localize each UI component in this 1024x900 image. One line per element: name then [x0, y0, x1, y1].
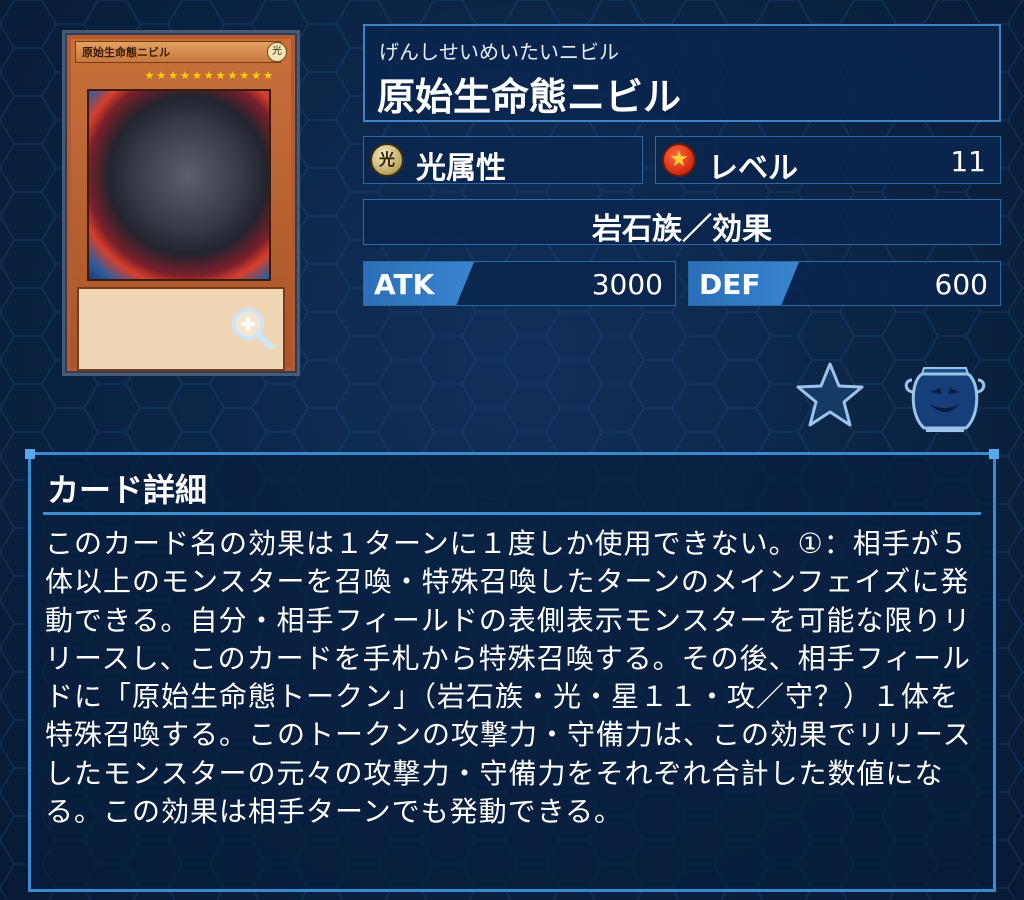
star-icon[interactable]	[795, 360, 865, 430]
card-thumbnail[interactable]: 原始生命態ニビル 光 ★★★★★★★★★★★	[62, 30, 300, 376]
card-name: 原始生命態ニビル	[377, 75, 682, 119]
card-effect-text: このカード名の効果は１ターンに１度しか使用できない。①：相手が５体以上のモンスタ…	[45, 527, 972, 829]
divider	[43, 512, 981, 515]
level-star-icon	[662, 143, 696, 177]
type-panel: 岩石族／効果	[363, 199, 1001, 247]
zoom-in-icon[interactable]	[229, 305, 275, 351]
level-value: 11	[950, 145, 986, 178]
atk-value: 3000	[591, 268, 663, 301]
level-label: レベル	[708, 151, 798, 186]
card-artwork	[87, 89, 271, 281]
def-value: 600	[934, 268, 988, 301]
attribute-panel: 光 光属性	[363, 136, 643, 186]
card-detail-panel: カード詳細 このカード名の効果は１ターンに１度しか使用できない。①：相手が５体以…	[25, 449, 999, 892]
card-name-panel: げんしせいめいたいニビル 原始生命態ニビル	[363, 24, 1001, 122]
card-thumbnail-name: 原始生命態ニビル	[75, 41, 281, 63]
def-panel: DEF 600	[688, 261, 1001, 306]
attribute-label: 光属性	[416, 151, 506, 186]
pot-of-greed-icon[interactable]	[902, 358, 988, 436]
atk-panel: ATK 3000	[363, 261, 676, 306]
light-attribute-icon: 光	[370, 143, 404, 177]
level-panel: レベル 11	[655, 136, 1001, 186]
card-name-reading: げんしせいめいたいニビル	[379, 40, 619, 64]
def-label: DEF	[699, 268, 761, 301]
monster-type: 岩石族／効果	[592, 212, 772, 247]
card-detail-title: カード詳細	[47, 471, 208, 509]
atk-label: ATK	[374, 268, 435, 301]
card-thumbnail-attribute-icon: 光	[267, 42, 287, 62]
card-thumbnail-level-stars: ★★★★★★★★★★★	[144, 69, 275, 82]
